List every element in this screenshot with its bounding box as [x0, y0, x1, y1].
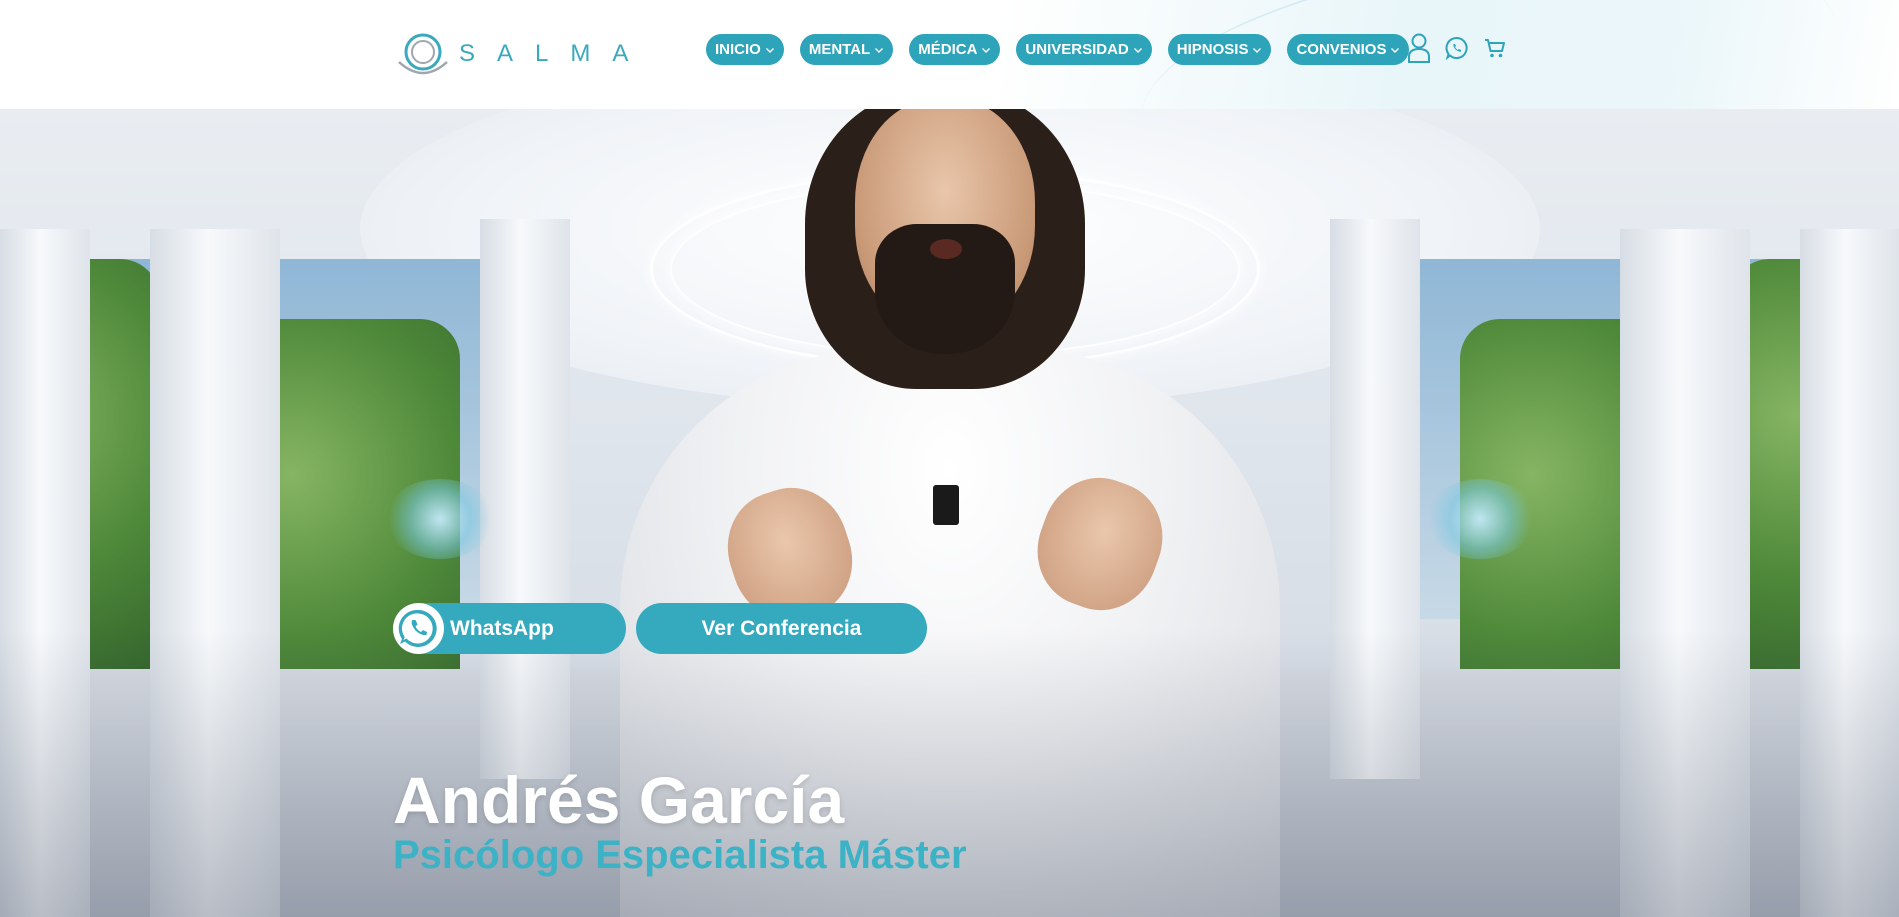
- nav-item-mental[interactable]: MENTAL: [799, 34, 894, 65]
- chevron-down-icon: [982, 47, 991, 53]
- cart-button[interactable]: [1482, 33, 1508, 63]
- nav-item-label: INICIO: [715, 41, 761, 58]
- whatsapp-cta-label: WhatsApp: [450, 616, 554, 640]
- hero-speaker-title: Psicólogo Especialista Máster: [393, 833, 967, 877]
- nav-item-convenios[interactable]: CONVENIOS: [1287, 34, 1410, 65]
- chevron-down-icon: [1391, 47, 1400, 53]
- lapel-mic: [933, 485, 959, 525]
- site-header: SALMA INICIO MENTAL MÉDICA UNIVERSIDAD H…: [0, 0, 1899, 109]
- nav-item-label: UNIVERSIDAD: [1025, 41, 1129, 58]
- user-icon: [1408, 33, 1430, 63]
- nav-item-universidad[interactable]: UNIVERSIDAD: [1016, 34, 1152, 65]
- nav-item-label: MENTAL: [808, 41, 871, 58]
- whatsapp-icon: [1445, 37, 1468, 60]
- main-nav: INICIO MENTAL MÉDICA UNIVERSIDAD HIPNOSI…: [706, 34, 1410, 65]
- nav-item-hipnosis[interactable]: HIPNOSIS: [1167, 34, 1272, 65]
- shopping-cart-icon: [1485, 39, 1505, 58]
- nav-item-medica[interactable]: MÉDICA: [909, 34, 1001, 65]
- logo-icon: [398, 33, 448, 75]
- nav-item-label: CONVENIOS: [1296, 41, 1387, 58]
- header-icon-group: [1406, 33, 1508, 63]
- whatsapp-icon: [393, 603, 444, 654]
- whatsapp-button[interactable]: [1444, 33, 1470, 63]
- account-button[interactable]: [1406, 33, 1432, 63]
- hero-section: WhatsApp Ver Conferencia Andrés García P…: [0, 109, 1899, 917]
- hero-cta-group: WhatsApp Ver Conferencia: [393, 603, 927, 654]
- ver-conferencia-button[interactable]: Ver Conferencia: [636, 603, 927, 654]
- nav-item-label: MÉDICA: [918, 41, 978, 58]
- logo-text: SALMA: [459, 40, 651, 67]
- hero-glow-light: [385, 479, 495, 559]
- hero-speaker-name: Andrés García: [393, 763, 845, 837]
- nav-item-inicio[interactable]: INICIO: [706, 34, 784, 65]
- speaker-mouth: [930, 239, 962, 259]
- chevron-down-icon: [1253, 47, 1262, 53]
- nav-item-label: HIPNOSIS: [1176, 41, 1249, 58]
- ver-conferencia-label: Ver Conferencia: [701, 616, 862, 640]
- chevron-down-icon: [765, 47, 774, 53]
- logo-link[interactable]: SALMA: [393, 28, 650, 80]
- chevron-down-icon: [875, 47, 884, 53]
- hero-glow-light: [1425, 479, 1535, 559]
- whatsapp-cta-button[interactable]: WhatsApp: [393, 603, 626, 654]
- chevron-down-icon: [1133, 47, 1142, 53]
